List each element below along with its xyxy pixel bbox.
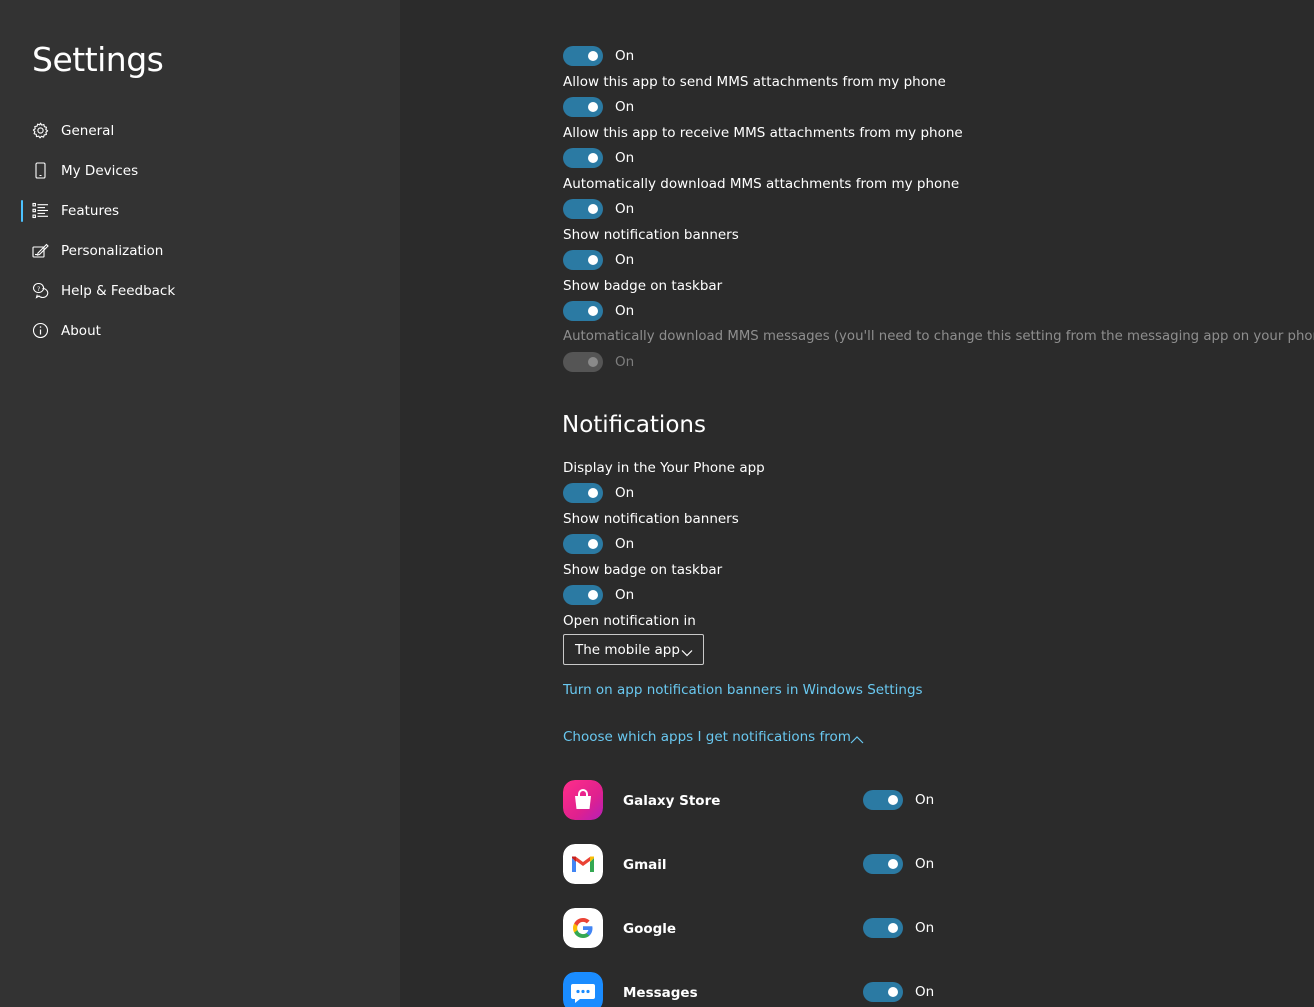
app-name: Galaxy Store [623,793,721,809]
sidebar-item-my-devices[interactable]: My Devices [21,155,381,187]
send-mms-toggle[interactable] [563,97,603,117]
app-row-gmail: Gmail On [563,844,983,884]
messages-setting-banners: On [563,250,634,270]
app-row-messages: Messages On [563,972,983,1007]
sidebar-item-label: About [61,323,101,339]
notification-banners-toggle[interactable] [563,534,603,554]
toggle-state-label: On [615,150,635,166]
gear-icon [32,122,49,139]
notification-badge-toggle[interactable] [563,585,603,605]
auto-download-mms-toggle [563,352,603,372]
toggle-state-label: On [915,984,935,1000]
toggle-switch[interactable] [563,46,603,66]
message-banners-toggle[interactable] [563,250,603,270]
auto-download-attachments-toggle[interactable] [563,199,603,219]
selection-indicator [21,200,23,222]
chevron-down-icon [681,644,693,657]
sidebar-item-help-feedback[interactable]: ? Help & Feedback [21,275,381,307]
toggle-state-label: On [915,792,935,808]
info-icon [32,322,49,339]
gmail-icon [563,844,603,884]
sidebar-item-features[interactable]: Features [21,195,381,227]
setting-label-auto-download-mms: Automatically download MMS messages (you… [563,329,1314,344]
setting-label-receive-mms: Allow this app to receive MMS attachment… [563,125,963,141]
sidebar-item-label: My Devices [61,163,139,179]
messages-setting-send-mms: On [563,97,634,117]
toggle-state-label: On [615,303,635,319]
notifications-heading: Notifications [562,412,706,438]
page-title: Settings [32,40,164,79]
toggle-state-label: On [615,587,635,603]
setting-label-notification-banners: Show notification banners [563,511,739,527]
toggle-state-label: On [615,48,635,64]
setting-label-message-badge: Show badge on taskbar [563,278,723,294]
notification-setting-banners: On [563,534,634,554]
sidebar: Settings General My Devices Features Per… [0,0,400,1007]
notification-setting-display-in-app: On [563,483,634,503]
setting-label-notification-badge: Show badge on taskbar [563,562,723,578]
toggle-state-label: On [615,201,635,217]
app-name: Messages [623,985,698,1001]
app-name: Gmail [623,857,667,873]
sidebar-item-label: Features [61,203,120,219]
app-name: Google [623,921,677,937]
galaxy-store-toggle[interactable] [863,790,903,810]
toggle-state-label: On [615,354,635,370]
setting-label-send-mms: Allow this app to send MMS attachments f… [563,74,946,90]
messages-icon [563,972,603,1007]
messages-toggle[interactable] [863,982,903,1002]
paint-icon [32,242,49,259]
chevron-up-icon[interactable] [850,731,864,744]
open-notification-dropdown[interactable]: The mobile app [563,634,704,665]
phone-icon [32,162,49,179]
toggle-state-label: On [915,856,935,872]
messages-setting-auto-download-mms: On [563,352,634,372]
sidebar-item-label: Help & Feedback [61,283,176,299]
sidebar-item-label: General [61,123,115,139]
dropdown-value: The mobile app [575,642,680,658]
settings-content: On Allow this app to send MMS attachment… [400,0,1314,1007]
sidebar-item-label: Personalization [61,243,164,259]
setting-label-message-banners: Show notification banners [563,227,739,243]
choose-apps-link[interactable]: Choose which apps I get notifications fr… [563,729,851,745]
receive-mms-toggle[interactable] [563,148,603,168]
sidebar-item-about[interactable]: About [21,315,381,347]
help-icon: ? [32,282,49,299]
toggle-state-label: On [615,536,635,552]
google-icon [563,908,603,948]
setting-label-auto-download-attachments: Automatically download MMS attachments f… [563,176,960,192]
windows-settings-link[interactable]: Turn on app notification banners in Wind… [563,682,923,698]
sidebar-item-personalization[interactable]: Personalization [21,235,381,267]
toggle-state-label: On [915,920,935,936]
notification-setting-badge: On [563,585,634,605]
messages-setting-badge: On [563,301,634,321]
messages-setting-0: On [563,46,634,66]
setting-label-open-notification-in: Open notification in [563,613,696,629]
messages-setting-receive-mms: On [563,148,634,168]
sidebar-item-general[interactable]: General [21,115,381,147]
setting-label-display-in-app: Display in the Your Phone app [563,460,765,476]
toggle-state-label: On [615,99,635,115]
app-row-galaxy-store: Galaxy Store On [563,780,983,820]
message-badge-toggle[interactable] [563,301,603,321]
app-row-google: Google On [563,908,983,948]
svg-text:?: ? [37,285,40,293]
messages-setting-auto-download-attachments: On [563,199,634,219]
gmail-toggle[interactable] [863,854,903,874]
display-in-app-toggle[interactable] [563,483,603,503]
google-toggle[interactable] [863,918,903,938]
list-icon [32,202,49,219]
toggle-state-label: On [615,485,635,501]
galaxy-store-icon [563,780,603,820]
toggle-state-label: On [615,252,635,268]
